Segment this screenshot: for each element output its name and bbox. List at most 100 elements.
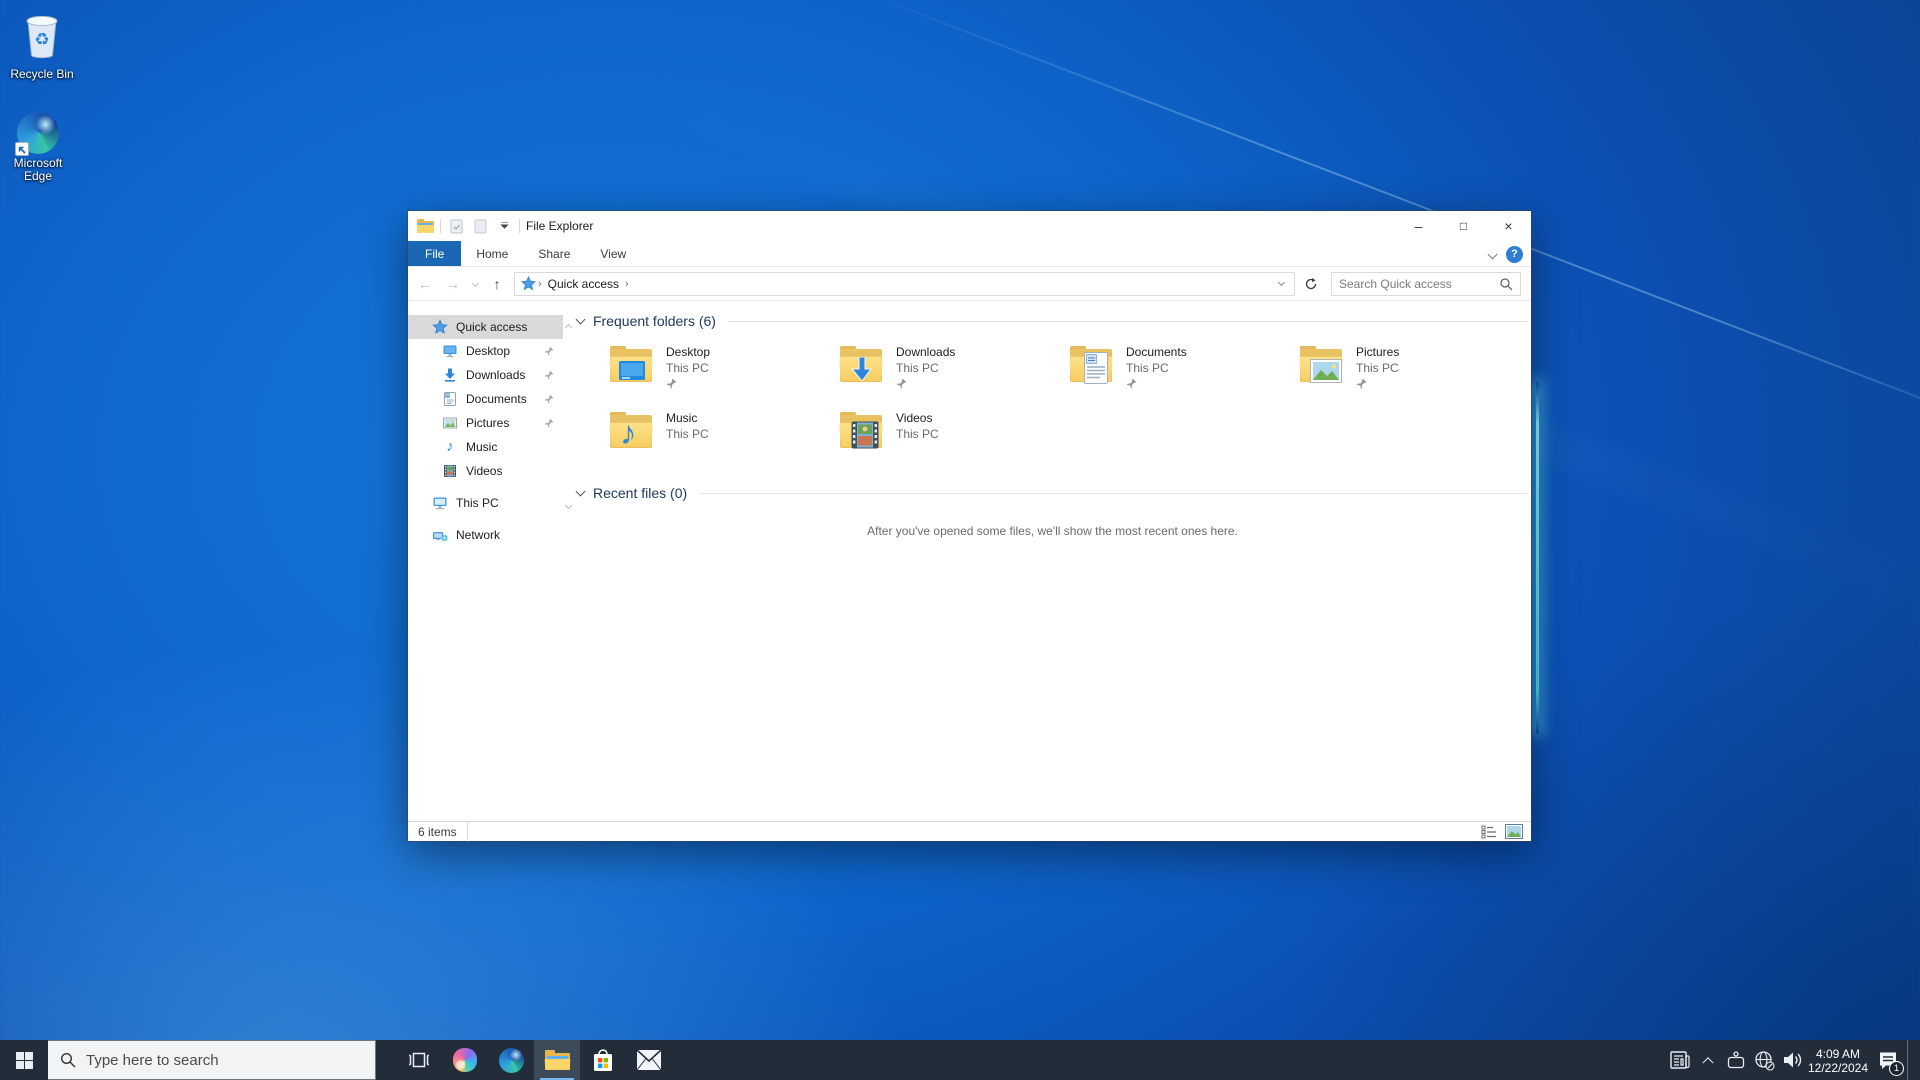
tab-file[interactable]: File bbox=[408, 241, 462, 266]
properties-button[interactable] bbox=[447, 217, 465, 235]
navigation-pane: Quick access Desktop Downloads Documents… bbox=[408, 301, 573, 821]
folder-tile-documents[interactable]: Documents This PC bbox=[1068, 344, 1298, 400]
section-rule bbox=[699, 492, 1528, 494]
expand-ribbon-chevron-icon[interactable] bbox=[1487, 249, 1498, 259]
sidebar-item-videos[interactable]: Videos bbox=[408, 459, 563, 483]
news-widget-button[interactable] bbox=[1667, 1040, 1693, 1080]
address-bar[interactable]: › Quick access › bbox=[514, 271, 1295, 296]
sidebar-item-network[interactable]: Network bbox=[408, 523, 563, 547]
items-count: 6 items bbox=[418, 824, 457, 839]
pin-icon bbox=[544, 346, 554, 356]
large-icons-view-button[interactable] bbox=[1505, 824, 1523, 839]
folder-name: Documents bbox=[1126, 345, 1187, 359]
meet-now-button[interactable] bbox=[1723, 1040, 1749, 1080]
sidebar-item-label: Desktop bbox=[466, 344, 511, 358]
taskbar-search-input[interactable] bbox=[86, 1051, 375, 1069]
frequent-folders-grid: Desktop This PC Downloads This PC Docume… bbox=[608, 344, 1528, 466]
network-status-button[interactable] bbox=[1751, 1040, 1777, 1080]
pin-icon bbox=[544, 394, 554, 404]
desktop-icon-recycle-bin[interactable]: ♻ Recycle Bin bbox=[0, 12, 84, 81]
action-center-button[interactable]: 1 bbox=[1871, 1040, 1905, 1080]
clock-date: 12/22/2024 bbox=[1807, 1060, 1869, 1075]
minimize-button[interactable]: – bbox=[1396, 212, 1441, 241]
edge-button[interactable] bbox=[488, 1040, 534, 1080]
recycle-bin-icon: ♻ bbox=[26, 15, 58, 59]
sidebar-item-this-pc[interactable]: This PC bbox=[408, 491, 573, 515]
frequent-folders-header[interactable]: Frequent folders (6) bbox=[575, 310, 1528, 332]
documents-folder-icon bbox=[1068, 344, 1116, 386]
shortcut-arrow-icon bbox=[15, 142, 29, 156]
sidebar-item-quick-access[interactable]: Quick access bbox=[408, 315, 573, 339]
explorer-search-input[interactable] bbox=[1332, 276, 1499, 291]
music-note-glyph: ♪ bbox=[620, 414, 637, 451]
folder-tile-downloads[interactable]: Downloads This PC bbox=[838, 344, 1068, 400]
task-view-button[interactable] bbox=[396, 1040, 442, 1080]
mail-button[interactable] bbox=[626, 1040, 672, 1080]
sidebar-item-label: Music bbox=[466, 440, 498, 454]
up-button[interactable]: ↑ bbox=[484, 272, 510, 296]
sidebar-item-label: Network bbox=[456, 528, 501, 542]
back-button[interactable]: ← bbox=[412, 272, 438, 296]
file-explorer-button[interactable] bbox=[534, 1040, 580, 1080]
this-pc-icon bbox=[433, 497, 447, 510]
folder-location: This PC bbox=[1356, 361, 1399, 375]
task-view-icon bbox=[409, 1052, 429, 1068]
maximize-button[interactable]: □ bbox=[1441, 212, 1486, 241]
volume-icon bbox=[1783, 1052, 1801, 1068]
sidebar-item-label: Documents bbox=[466, 392, 527, 406]
new-folder-button[interactable] bbox=[471, 217, 489, 235]
folder-tile-desktop[interactable]: Desktop This PC bbox=[608, 344, 838, 400]
title-bar[interactable]: File Explorer – □ × bbox=[408, 211, 1531, 241]
sidebar-item-documents[interactable]: Documents bbox=[408, 387, 563, 411]
address-dropdown-chevron-icon[interactable] bbox=[1277, 278, 1286, 287]
help-button[interactable]: ? bbox=[1506, 245, 1523, 263]
explorer-search-box[interactable] bbox=[1331, 271, 1521, 296]
section-title: Recent files (0) bbox=[593, 485, 688, 501]
documents-icon bbox=[444, 392, 456, 406]
store-button[interactable] bbox=[580, 1040, 626, 1080]
news-widget-icon bbox=[1670, 1051, 1690, 1069]
refresh-button[interactable] bbox=[1299, 272, 1323, 296]
close-button[interactable]: × bbox=[1486, 212, 1531, 241]
folder-location: This PC bbox=[896, 361, 939, 375]
taskbar-search-box[interactable] bbox=[48, 1040, 376, 1080]
sidebar-item-downloads[interactable]: Downloads bbox=[408, 363, 563, 387]
sidebar-item-label: This PC bbox=[456, 496, 499, 510]
pin-icon bbox=[544, 418, 554, 428]
desktop-icon bbox=[443, 345, 457, 358]
collapse-section-chevron-icon[interactable] bbox=[575, 314, 586, 325]
folder-tile-music[interactable]: ♪ Music This PC bbox=[608, 410, 838, 466]
notification-badge: 1 bbox=[1889, 1061, 1904, 1076]
start-button[interactable] bbox=[0, 1040, 48, 1080]
videos-folder-icon bbox=[838, 410, 886, 452]
folder-tile-videos[interactable]: Videos This PC bbox=[838, 410, 1068, 466]
recent-locations-chevron[interactable] bbox=[468, 272, 482, 296]
copilot-button[interactable] bbox=[442, 1040, 488, 1080]
folder-location: This PC bbox=[666, 427, 709, 441]
show-hidden-icons-button[interactable] bbox=[1695, 1040, 1721, 1080]
quick-access-star-icon bbox=[432, 319, 448, 334]
folder-name: Desktop bbox=[666, 345, 711, 359]
desktop-icon-microsoft-edge[interactable]: Microsoft Edge bbox=[0, 112, 80, 183]
sidebar-item-music[interactable]: ♪ Music bbox=[408, 435, 563, 459]
tab-home[interactable]: Home bbox=[461, 241, 523, 266]
breadcrumb-separator[interactable]: › bbox=[625, 278, 629, 290]
folder-name: Music bbox=[666, 411, 698, 425]
store-icon bbox=[594, 1049, 612, 1071]
customize-quick-access-toolbar-button[interactable] bbox=[495, 217, 513, 235]
folder-name: Pictures bbox=[1356, 345, 1400, 359]
collapse-section-chevron-icon[interactable] bbox=[575, 486, 586, 497]
sidebar-item-desktop[interactable]: Desktop bbox=[408, 339, 563, 363]
sidebar-item-pictures[interactable]: Pictures bbox=[408, 411, 563, 435]
breadcrumb-quick-access[interactable]: Quick access bbox=[548, 277, 619, 291]
tab-share[interactable]: Share bbox=[523, 241, 585, 266]
search-icon[interactable] bbox=[1499, 277, 1513, 291]
volume-button[interactable] bbox=[1779, 1040, 1805, 1080]
show-desktop-button[interactable] bbox=[1907, 1040, 1914, 1080]
folder-tile-pictures[interactable]: Pictures This PC bbox=[1298, 344, 1528, 400]
taskbar-clock[interactable]: 4:09 AM 12/22/2024 bbox=[1807, 1046, 1869, 1075]
tab-view[interactable]: View bbox=[585, 241, 641, 266]
recent-files-header[interactable]: Recent files (0) bbox=[575, 482, 1528, 504]
details-view-button[interactable] bbox=[1481, 825, 1497, 839]
forward-button[interactable]: → bbox=[440, 272, 466, 296]
